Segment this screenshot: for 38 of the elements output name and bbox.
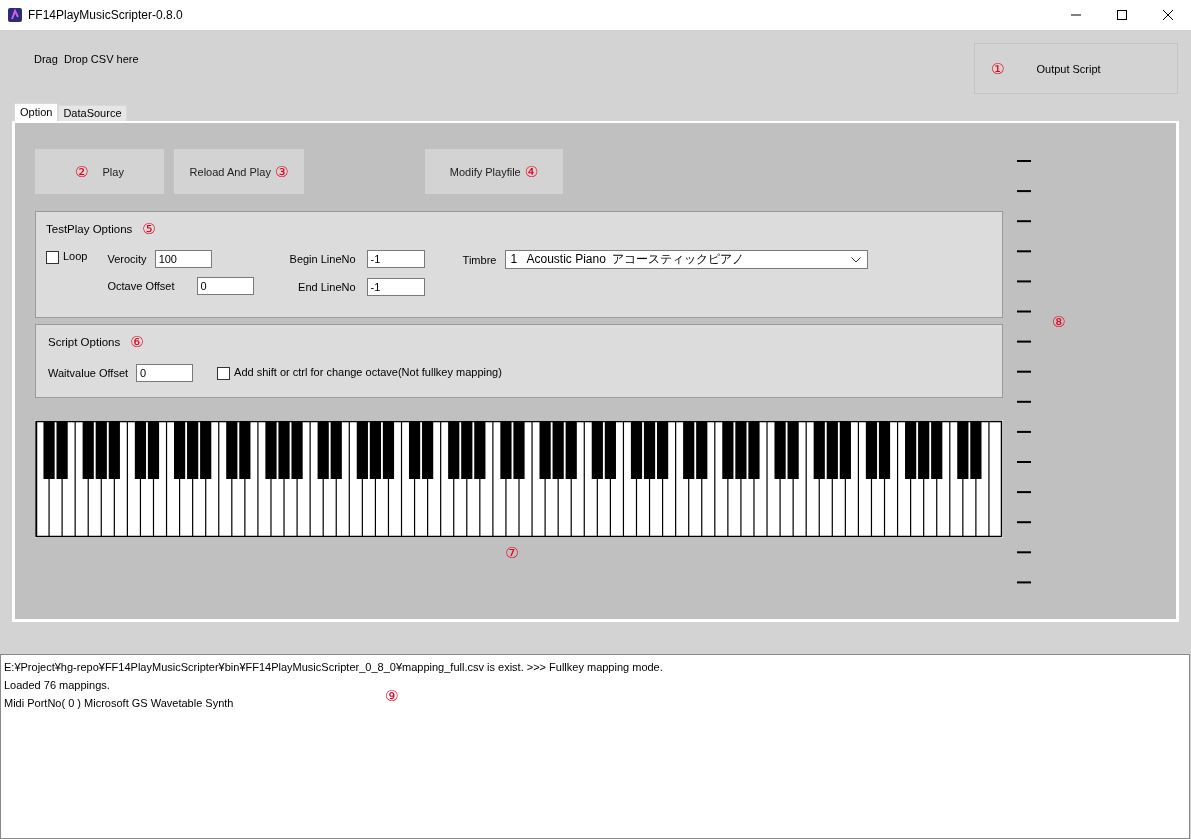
velocity-field[interactable]: 100 [154,250,212,268]
field-label: Waitvalue Offset [48,367,129,379]
marker: ⑤ [142,220,156,238]
marker: ⑦ [505,544,519,562]
field-label: Timbre [462,253,497,266]
output-script-button[interactable]: ① Output Script [974,43,1178,94]
shift-ctrl-checkbox[interactable]: Add shift or ctrl for change octave(Not fullkey mapping) [217,366,502,380]
action-button[interactable]: Modify Playfile ④ [425,149,563,194]
timbre-dropdown[interactable]: 1 Acoustic Piano アコースティックピアノ [505,250,869,269]
tab[interactable]: Option [14,103,59,121]
group-title: Script Options [48,336,121,348]
log-line: E:¥Project¥hg-repo¥FF14PlayMusicScripter¥bin¥FF14PlayMusicScripter_0_8_0¥mapping_full.csv is exist. >>> Fullkey mapping mode. [4,660,663,675]
marker: ⑥ [130,333,144,351]
marker: ① [991,59,1005,78]
marker: ⑨ [385,687,399,705]
action-button[interactable]: ② Play [35,149,164,194]
maximize-icon[interactable] [1116,9,1128,21]
action-button[interactable]: Reload And Play ③ [174,149,304,194]
waitvalue-offset-field[interactable]: 0 [136,364,194,382]
log-line: Loaded 76 mappings. [4,678,110,693]
group-title: TestPlay Options [46,223,133,235]
piano-keyboard-drawing[interactable] [35,420,1003,538]
log-line: Midi PortNo( 0 ) Microsoft GS Wavetable Synth [4,696,234,711]
close-icon[interactable] [1162,9,1174,21]
app-icon [8,8,22,22]
end-line-field[interactable]: -1 [366,278,425,296]
octave-offset-field[interactable]: 0 [196,277,254,295]
field-label: End LineNo [297,281,356,293]
loop-checkbox[interactable]: Loop [46,250,88,296]
field-label: Begin LineNo [289,253,356,265]
field-label: Verocity [107,253,147,265]
window-title: FF14PlayMusicScripter-0.8.0 [28,8,183,22]
field-label: Octave Offset [107,280,175,292]
marker: ⑧ [1052,313,1066,331]
drop-label: Drag Drop CSV here [34,53,139,67]
tab[interactable]: DataSource [58,105,127,121]
begin-line-field[interactable]: -1 [366,250,425,268]
chevron-down-icon [851,256,862,263]
